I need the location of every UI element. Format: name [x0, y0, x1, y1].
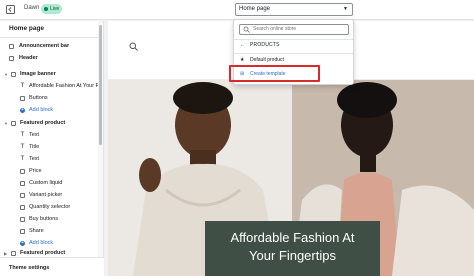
search-placeholder: Search online store — [253, 26, 297, 32]
editor-topbar: Dawn Live Home page ▼ — [0, 0, 474, 20]
sidebar-item-label: Title — [29, 144, 40, 150]
share-icon — [20, 229, 25, 234]
image-banner: Affordable Fashion At Your Fingertips — [108, 80, 474, 276]
theme-name: Dawn — [24, 5, 40, 11]
buttons-icon — [20, 96, 25, 101]
sidebar-item-share[interactable]: Share — [0, 226, 98, 237]
announcement-icon — [9, 44, 14, 49]
annotation-highlight-box — [229, 65, 320, 82]
back-label: PRODUCTS — [250, 42, 280, 48]
page-selector[interactable]: Home page ▼ — [235, 3, 353, 16]
sidebar-item-label: Quantity selector — [29, 204, 71, 210]
sidebar-item-buy-buttons[interactable]: Buy buttons — [0, 214, 98, 225]
text-icon: T — [20, 156, 25, 162]
text-icon: T — [20, 83, 25, 89]
product-icon — [11, 251, 16, 256]
banner-heading-line-2: Your Fingertips — [249, 248, 336, 263]
sidebar-title: Home page — [9, 25, 45, 32]
sidebar-item-label: Variant picker — [29, 192, 63, 198]
sidebar-item-announcement-bar[interactable]: Announcement bar — [0, 41, 98, 52]
product-icon — [11, 121, 16, 126]
divider — [234, 39, 353, 40]
sidebar-item-image-banner[interactable]: ▼ Image banner — [0, 69, 98, 80]
sidebar-item-label: Share — [29, 228, 44, 234]
image-banner-icon — [11, 72, 16, 77]
sidebar-item-price[interactable]: Price — [0, 166, 98, 177]
quantity-icon — [20, 205, 25, 210]
search-input[interactable]: Search online store — [239, 24, 349, 35]
page-selector-value: Home page — [239, 6, 271, 12]
sections-sidebar: Home page Announcement bar Header ▼ Imag… — [0, 21, 104, 276]
sidebar-item-label: Announcement bar — [19, 43, 70, 49]
chevron-down-icon[interactable]: ▼ — [4, 69, 8, 80]
sidebar-item-label: Buy buttons — [29, 216, 59, 222]
price-icon — [20, 169, 25, 174]
header-icon — [9, 56, 14, 61]
sidebar-item-variant-picker[interactable]: Variant picker — [0, 190, 98, 201]
back-to-products-button[interactable]: ← PRODUCTS — [240, 42, 280, 48]
exit-icon[interactable] — [4, 3, 17, 16]
sidebar-item-label: Affordable Fashion At Your Fi... — [29, 83, 98, 89]
search-icon[interactable] — [129, 38, 138, 56]
divider — [0, 37, 99, 38]
star-icon: ★ — [240, 57, 245, 63]
divider — [234, 53, 353, 54]
default-product-option[interactable]: ★ Default product — [240, 57, 284, 63]
sidebar-item-label: Custom liquid — [29, 180, 63, 186]
sidebar-item-quantity-selector[interactable]: Quantity selector — [0, 202, 98, 213]
text-icon: T — [20, 132, 25, 138]
variant-icon — [20, 193, 25, 198]
sidebar-item-banner-text[interactable]: T Affordable Fashion At Your Fi... — [0, 81, 98, 92]
liquid-icon — [20, 181, 25, 186]
sidebar-item-text[interactable]: T Text — [0, 130, 98, 141]
sidebar-item-label: Buttons — [29, 95, 48, 101]
sidebar-item-text[interactable]: T Text — [0, 154, 98, 165]
sidebar-item-label: Header — [19, 55, 38, 61]
sidebar-item-buttons[interactable]: Buttons — [0, 93, 98, 104]
sidebar-item-title[interactable]: T Title — [0, 142, 98, 153]
sidebar-item-label: Image banner — [20, 71, 56, 77]
sidebar-item-featured-product[interactable]: ▼ Featured product — [0, 118, 98, 129]
sidebar-item-label: Text — [29, 156, 40, 162]
buy-icon — [20, 217, 25, 222]
add-block-label: Add block — [29, 107, 54, 113]
live-badge: Live — [41, 4, 63, 14]
chevron-down-icon: ▼ — [343, 6, 348, 12]
sidebar-item-label: Text — [29, 132, 40, 138]
plus-icon: + — [20, 240, 25, 246]
live-badge-label: Live — [50, 6, 60, 12]
plus-icon: + — [20, 107, 25, 113]
title-icon: T — [20, 144, 25, 150]
sidebar-item-custom-liquid[interactable]: Custom liquid — [0, 178, 98, 189]
sidebar-item-label: Price — [29, 168, 42, 174]
default-product-label: Default product — [250, 57, 284, 63]
theme-settings-button[interactable]: Theme settings — [0, 257, 104, 276]
live-dot-icon — [44, 7, 48, 11]
chevron-down-icon[interactable]: ▼ — [4, 118, 8, 129]
search-icon — [243, 26, 250, 37]
banner-heading-line-1: Affordable Fashion At — [230, 230, 355, 245]
add-block-button[interactable]: + Add block — [0, 105, 98, 116]
sidebar-item-label: Featured product — [20, 120, 66, 126]
banner-text-box: Affordable Fashion At Your Fingertips — [205, 221, 380, 276]
sidebar-item-header[interactable]: Header — [0, 53, 98, 64]
theme-settings-label: Theme settings — [9, 265, 50, 271]
arrow-left-icon: ← — [240, 42, 245, 48]
sidebar-scroll-thumb[interactable] — [99, 25, 102, 145]
